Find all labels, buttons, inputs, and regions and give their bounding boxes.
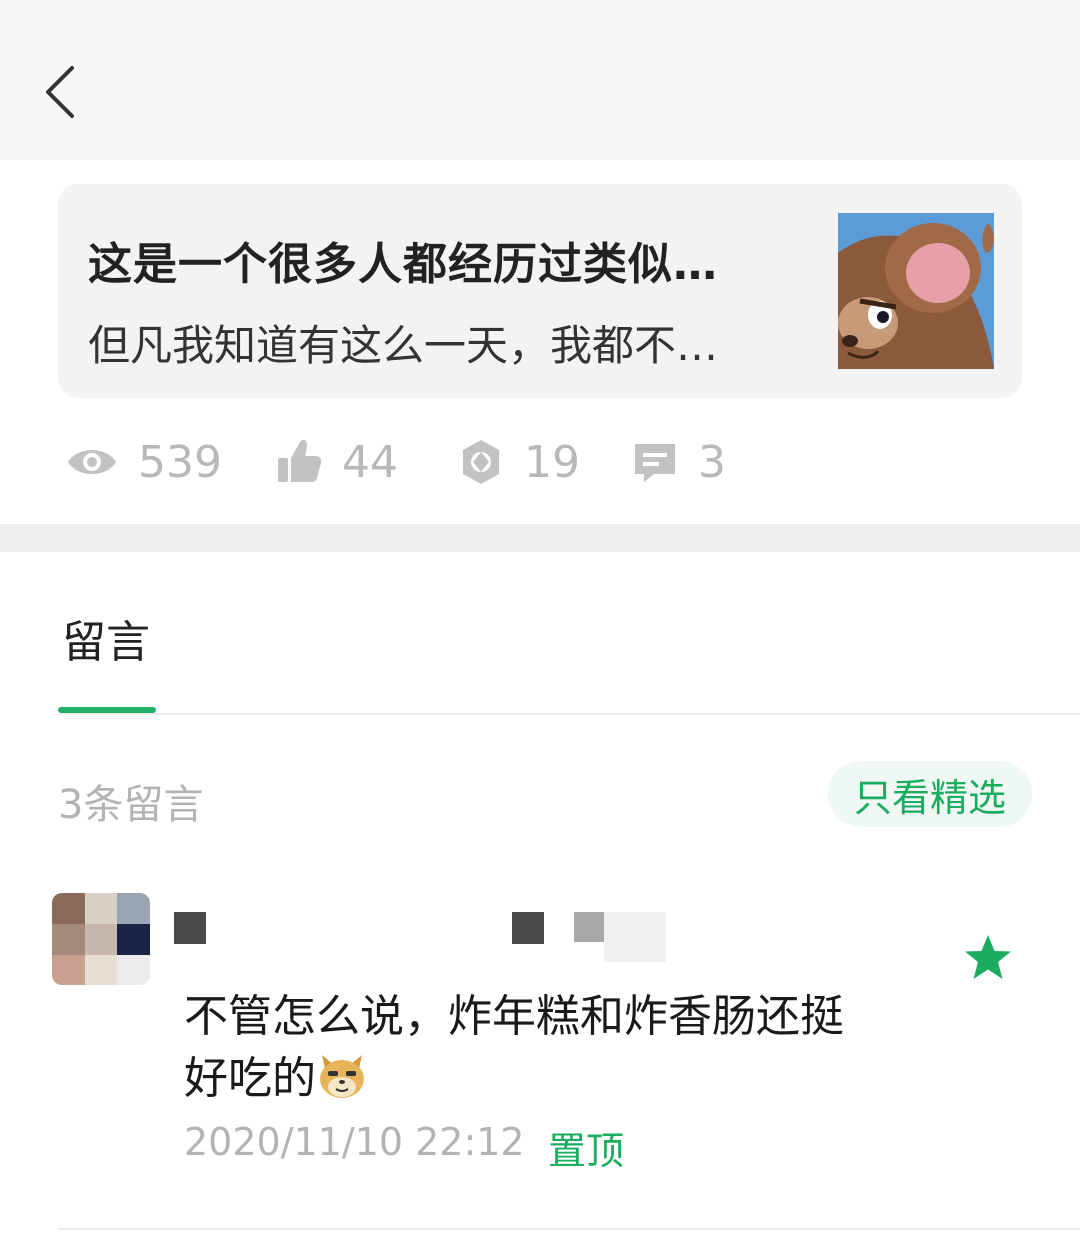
article-card[interactable]: 这是一个很多人都经历过类似… 但凡我知道有这么一天，我都不… <box>58 184 1022 398</box>
section-divider <box>0 524 1080 552</box>
username-redacted <box>512 912 544 944</box>
tab-bar-divider <box>58 713 1080 715</box>
comments-stat[interactable]: 3 <box>632 432 726 492</box>
doge-emoji-icon <box>316 1051 368 1101</box>
top-bar <box>0 0 1080 160</box>
avatar[interactable] <box>52 893 150 985</box>
comments-count: 3 <box>698 436 726 488</box>
article-summary: 但凡我知道有这么一天，我都不… <box>88 321 719 370</box>
likes-count: 44 <box>342 436 398 488</box>
share-icon <box>463 440 499 484</box>
shares-stat[interactable]: 19 <box>458 432 580 492</box>
likes-stat[interactable]: 44 <box>276 432 398 492</box>
comment-bubble-icon <box>635 444 675 482</box>
thumbs-up-icon <box>278 439 322 482</box>
tab-comments[interactable]: 留言 <box>62 606 150 670</box>
comment-count-label: 3条留言 <box>58 782 204 828</box>
eye-icon <box>68 450 116 474</box>
comment-text: 不管怎么说，炸年糕和炸香肠还挺 好吃的 <box>184 986 904 1110</box>
chevron-left-icon <box>46 66 74 118</box>
shares-count: 19 <box>524 436 580 488</box>
views-count: 539 <box>138 436 222 488</box>
article-thumbnail <box>838 213 994 369</box>
username-redacted <box>174 912 206 944</box>
comment-timestamp: 2020/11/10 22:12 <box>184 1120 525 1164</box>
star-icon <box>965 935 1011 979</box>
article-stats: 539 44 19 3 <box>66 432 966 492</box>
article-title: 这是一个很多人都经历过类似… <box>88 239 718 290</box>
pin-top-label[interactable]: 置顶 <box>548 1120 624 1175</box>
back-button[interactable] <box>40 62 90 122</box>
comment-line-2: 好吃的 <box>184 1048 904 1110</box>
views-stat: 539 <box>66 432 222 492</box>
featured-star-button[interactable] <box>962 932 1014 984</box>
comment-divider <box>58 1228 1080 1230</box>
comment-line: 好吃的 <box>184 1053 316 1104</box>
username-redacted <box>574 912 604 942</box>
comment-line: 不管怎么说，炸年糕和炸香肠还挺 <box>184 991 844 1042</box>
featured-only-button[interactable]: 只看精选 <box>828 761 1032 827</box>
username-redacted <box>604 912 666 962</box>
